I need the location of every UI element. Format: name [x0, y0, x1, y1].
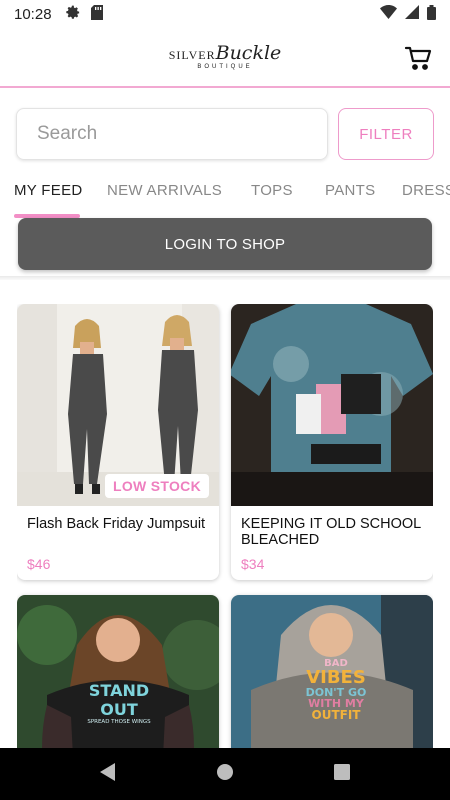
- shirt-text-line: VIBES: [306, 667, 366, 688]
- cell-signal-icon: [405, 5, 419, 23]
- product-card[interactable]: KEEPING IT OLD SCHOOL BLEACHED $34: [231, 304, 433, 580]
- tab-my-feed[interactable]: MY FEED: [14, 182, 83, 199]
- logo-word-buckle: Buckle: [215, 42, 282, 64]
- search-box[interactable]: [16, 108, 328, 160]
- product-image[interactable]: BAD VIBES DON'T GO WITH MY OUTFIT: [231, 595, 433, 748]
- top-app-bar: SILVERBuckle BOUTIQUE: [0, 28, 450, 88]
- logo-word-boutique: BOUTIQUE: [197, 64, 253, 70]
- recents-icon[interactable]: [334, 763, 350, 785]
- low-stock-badge: LOW STOCK: [105, 474, 209, 498]
- tab-tops[interactable]: TOPS: [251, 182, 293, 199]
- shirt-print: BAD VIBES DON'T GO WITH MY OUTFIT: [281, 659, 391, 722]
- shirt-text-line: SPREAD THOSE WINGS: [87, 719, 151, 725]
- tab-pants[interactable]: PANTS: [325, 182, 375, 199]
- product-name: KEEPING IT OLD SCHOOL BLEACHED: [241, 516, 421, 548]
- shirt-text-line: OUTFIT: [311, 708, 361, 722]
- product-card[interactable]: STAND OUT SPREAD THOSE WINGS: [17, 595, 219, 748]
- product-card[interactable]: LOW STOCK Flash Back Friday Jumpsuit $46: [17, 304, 219, 580]
- category-tabs: MY FEED NEW ARRIVALS TOPS PANTS DRESSES: [0, 172, 450, 218]
- product-price: $34: [241, 556, 265, 572]
- product-price: $46: [27, 556, 51, 572]
- status-bar: 10:28: [0, 0, 450, 28]
- brand-logo[interactable]: SILVERBuckle BOUTIQUE: [168, 42, 282, 71]
- home-icon[interactable]: [216, 763, 234, 786]
- status-time: 10:28: [14, 5, 52, 23]
- shopping-cart-icon[interactable]: [404, 44, 432, 72]
- product-card[interactable]: BAD VIBES DON'T GO WITH MY OUTFIT: [231, 595, 433, 748]
- tab-new-arrivals[interactable]: NEW ARRIVALS: [107, 182, 222, 199]
- product-name: Flash Back Friday Jumpsuit: [27, 516, 206, 532]
- product-image[interactable]: STAND OUT SPREAD THOSE WINGS: [17, 595, 219, 748]
- filter-button[interactable]: FILTER: [338, 108, 434, 160]
- section-divider: [0, 276, 450, 280]
- search-input[interactable]: [37, 123, 327, 145]
- battery-icon: [427, 4, 436, 24]
- back-icon[interactable]: [100, 762, 116, 786]
- settings-gear-icon: [65, 5, 81, 24]
- product-image[interactable]: LOW STOCK: [17, 304, 219, 506]
- tab-dresses[interactable]: DRESSES: [402, 182, 450, 199]
- shirt-text-line: STAND OUT: [88, 681, 150, 719]
- wifi-icon: [380, 5, 397, 23]
- sd-card-icon: [90, 4, 103, 24]
- search-row: FILTER: [16, 108, 434, 160]
- product-feed: LOW STOCK Flash Back Friday Jumpsuit $46…: [17, 304, 433, 748]
- product-image[interactable]: [231, 304, 433, 506]
- logo-word-silver: SILVER: [168, 48, 216, 62]
- login-to-shop-button[interactable]: LOGIN TO SHOP: [18, 218, 432, 270]
- shirt-print: STAND OUT SPREAD THOSE WINGS: [69, 681, 169, 725]
- system-navigation-bar: [0, 748, 450, 800]
